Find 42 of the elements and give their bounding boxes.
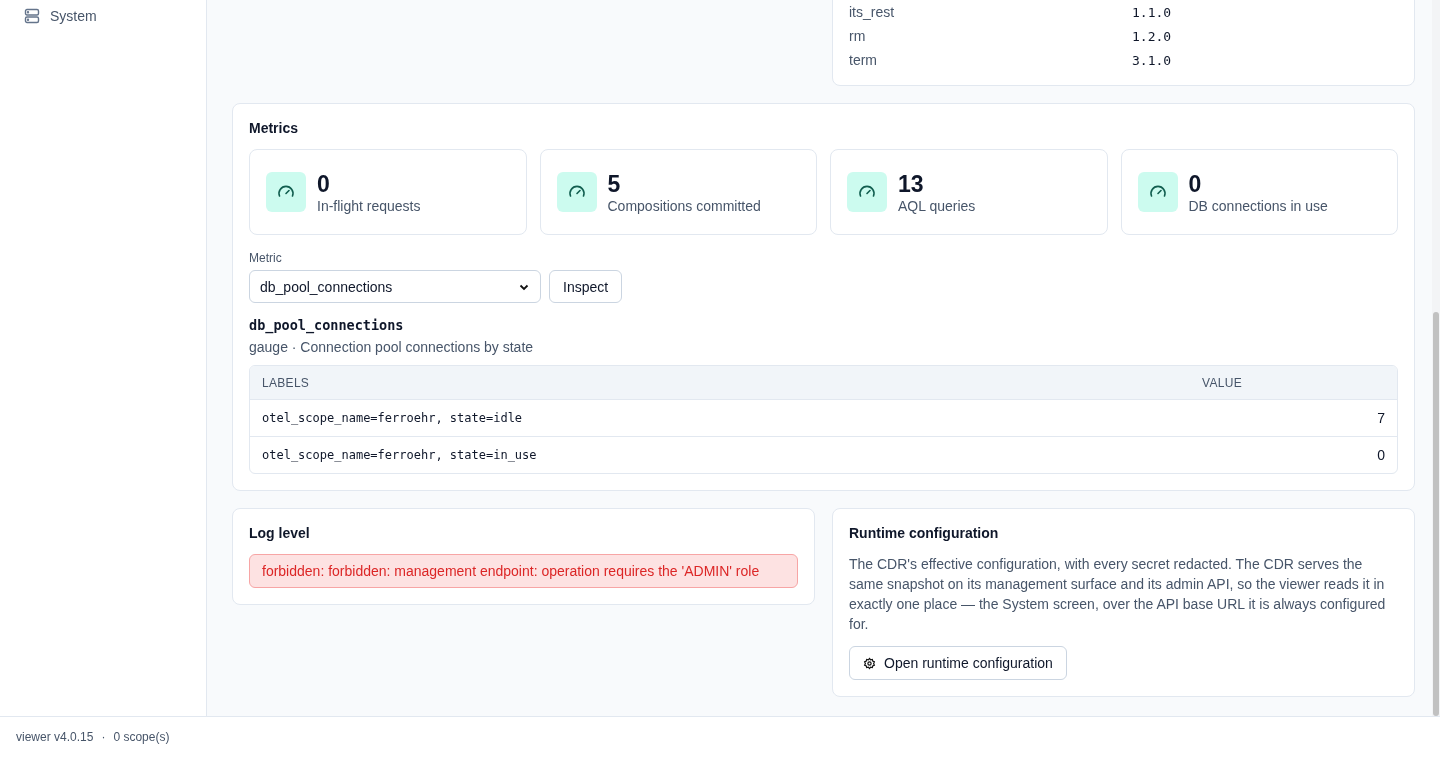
metric-name: db_pool_connections [249,317,405,333]
inspect-button[interactable]: Inspect [549,270,623,303]
open-runtime-configuration-button[interactable]: Open runtime configuration [849,646,1067,680]
stat-label: AQL queries [898,198,976,214]
sidebar-item[interactable]: System [16,6,105,26]
table-cell-text: 7 [1377,410,1386,426]
description: The CDR's effective configuration, with every secret redacted. The CDR serves the same snapshot on its management surface and its admin API, so the viewer reads it in exactly one place — the System screen, over the API base URL it is always configured for. [849,555,1387,634]
component-version: 3.1.0 [1132,52,1172,68]
stat-label: Compositions committed [607,198,761,214]
scope-count: 0 scope(s) [113,730,170,744]
scrollbar[interactable] [1432,0,1440,716]
component-version: 1.2.0 [1132,28,1172,44]
column-header: LABELS [261,375,311,390]
stat-value: 5 [607,170,622,198]
stat-label: DB connections in use [1188,198,1328,214]
separator-dot: · [101,730,106,744]
column-header: VALUE [1202,375,1243,390]
card-title: Metrics [249,120,300,136]
metric-description: gauge · Connection pool connections by state [249,339,535,355]
component-name: term [849,52,878,68]
version-text: viewer v4.0.15 [16,730,94,744]
error-message: forbidden: forbidden: management endpoint: operation requires the 'ADMIN' role [249,554,798,588]
stat-value: 0 [317,170,331,198]
field-label: Metric [249,251,283,265]
gauge-icon [1137,172,1178,212]
card-title: Runtime configuration [849,525,1000,541]
component-name: its_rest [849,4,896,20]
metric-select[interactable]: db_pool_connections [249,270,541,303]
table-cell-text: 0 [1377,447,1386,463]
component-version: 1.1.0 [1132,4,1172,20]
stat-value: 0 [1188,170,1203,198]
card-title: Log level [249,525,311,541]
gauge-icon [556,172,597,212]
server-icon [24,8,40,24]
settings-icon [863,656,876,670]
table-cell-text: otel_scope_name=ferroehr, state=idle [261,411,524,425]
gauge-icon [266,172,306,212]
table-cell-text: otel_scope_name=ferroehr, state=in_use [261,448,538,462]
stat-label: In-flight requests [317,198,421,214]
stat-value: 13 [898,170,925,198]
gauge-icon [847,172,887,212]
component-name: rm [849,28,867,44]
